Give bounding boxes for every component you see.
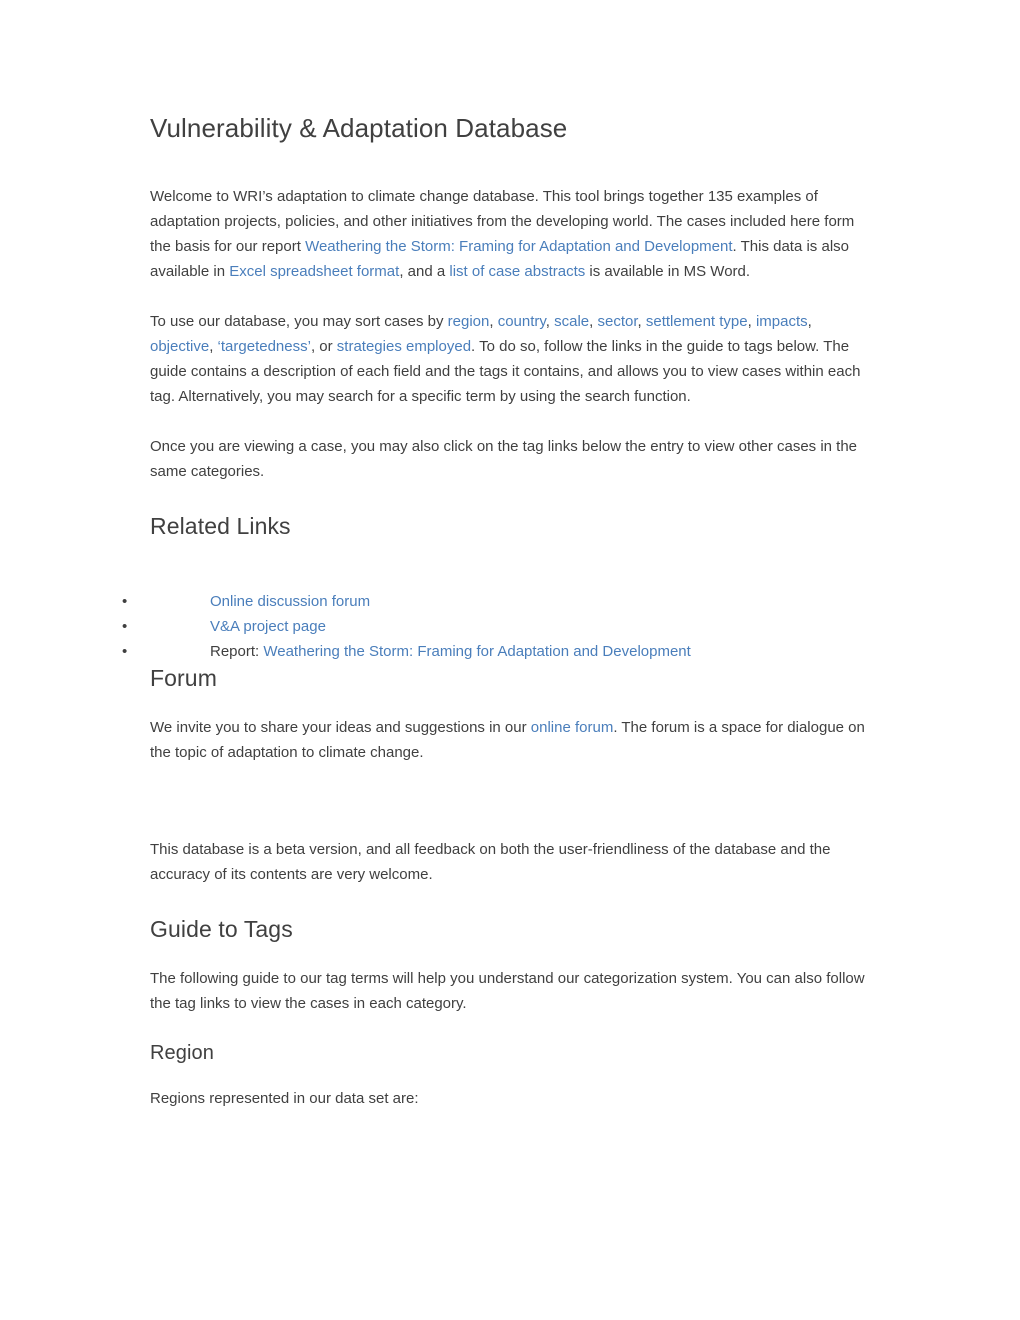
sorting-lead-text: To use our database, you may sort cases …: [150, 313, 448, 330]
forum-paragraph: We invite you to share your ideas and su…: [150, 715, 872, 765]
guide-to-tags-heading: Guide to Tags: [150, 916, 293, 942]
case-abstracts-link[interactable]: list of case abstracts: [449, 263, 585, 280]
forum-text-1: We invite you to share your ideas and su…: [150, 719, 531, 736]
document-content: Vulnerability & Adaptation Database Welc…: [122, 112, 872, 1111]
sort-link-region[interactable]: region: [448, 313, 490, 330]
document-page: Vulnerability & Adaptation Database Welc…: [0, 0, 1020, 1320]
list-item-prefix: Report:: [210, 643, 264, 660]
sep: ,: [807, 313, 812, 330]
sorting-paragraph: To use our database, you may sort cases …: [150, 309, 872, 409]
intro-paragraph: Welcome to WRI’s adaptation to climate c…: [150, 184, 872, 284]
va-project-page-link[interactable]: V&A project page: [210, 618, 326, 635]
intro-text-4: is available in MS Word.: [585, 263, 751, 280]
bullet-icon: •: [122, 593, 128, 610]
guide-description-paragraph: The following guide to our tag terms wil…: [150, 970, 865, 1012]
excel-format-link[interactable]: Excel spreadsheet format: [229, 263, 399, 280]
sep: , or: [310, 338, 337, 355]
sep: ,: [589, 313, 598, 330]
sort-link-sector[interactable]: sector: [598, 313, 638, 330]
sort-link-settlement-type[interactable]: settlement type: [646, 313, 748, 330]
sep: ,: [545, 313, 555, 330]
list-item: • V&A project page: [122, 614, 872, 639]
bullet-icon: •: [122, 643, 128, 660]
list-item: • Online discussion forum: [122, 589, 872, 614]
region-heading: Region: [150, 1042, 214, 1064]
sort-link-targetedness[interactable]: ‘targetedness’: [218, 338, 311, 355]
page-title: Vulnerability & Adaptation Database: [150, 113, 568, 143]
region-description-paragraph: Regions represented in our data set are:: [150, 1090, 419, 1107]
online-forum-link[interactable]: online forum: [531, 719, 614, 736]
related-links-list: • Online discussion forum • V&A project pa…: [122, 589, 872, 664]
bullet-icon: •: [122, 618, 128, 635]
sort-link-scale[interactable]: scale: [554, 313, 589, 330]
sep: ,: [489, 313, 498, 330]
report-link-2[interactable]: Weathering the Storm: Framing for Adapta…: [263, 643, 690, 660]
sort-link-objective[interactable]: objective: [150, 338, 209, 355]
related-links-heading: Related Links: [150, 513, 291, 539]
sort-link-country[interactable]: country: [498, 313, 546, 330]
viewing-paragraph: Once you are viewing a case, you may als…: [150, 438, 858, 480]
list-item: • Report: Weathering the Storm: Framing f…: [122, 639, 872, 664]
intro-text-3: , and a: [399, 263, 450, 280]
online-discussion-forum-link[interactable]: Online discussion forum: [210, 593, 370, 610]
forum-heading: Forum: [150, 665, 217, 691]
beta-note-paragraph: This database is a beta version, and all…: [150, 841, 831, 883]
sep: ,: [747, 313, 756, 330]
sep: ,: [209, 338, 218, 355]
sep: ,: [637, 313, 646, 330]
sort-link-strategies-employed[interactable]: strategies employed: [337, 338, 471, 355]
report-link-1[interactable]: Weathering the Storm: Framing for Adapta…: [305, 238, 732, 255]
sort-link-impacts[interactable]: impacts: [756, 313, 808, 330]
